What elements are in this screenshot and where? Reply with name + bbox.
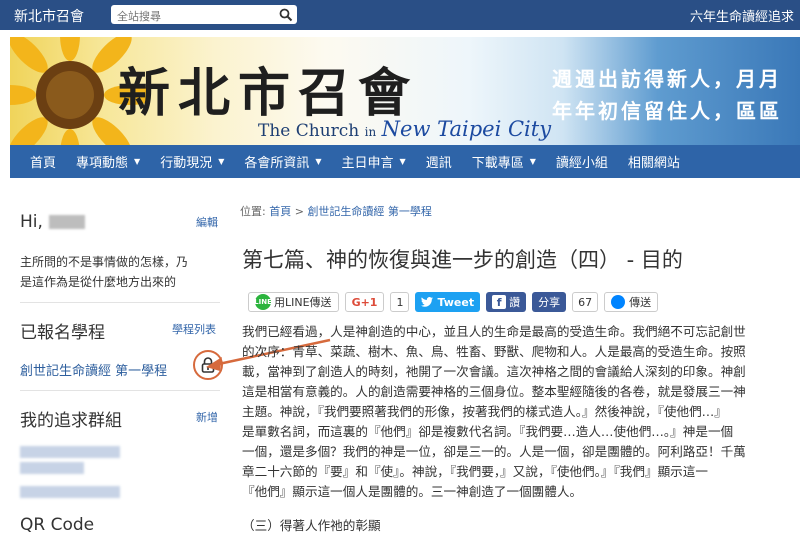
- article-line: 是單數名詞，而這裏的『他們』卻是複數代名詞。『我們要…造人…使他們…。』神是一個: [242, 424, 734, 439]
- qr-code-title: QR Code: [20, 515, 95, 535]
- twitter-bird-icon: [421, 297, 434, 307]
- caret-down-icon: ▼: [315, 157, 322, 166]
- nav-label: 下載專區: [471, 156, 524, 171]
- quote-line: 是這作為是從什麼地方出來的: [20, 275, 177, 289]
- article-subheading: （三）得著人作祂的彰顯: [242, 518, 381, 533]
- site-name-link[interactable]: 新北市召會: [14, 6, 84, 26]
- article-line: 這是相當有意義的。人的創造需要神格的三個身位。整本聖經隨後的各卷，就是發展三一神: [242, 384, 746, 399]
- nav-label: 各會所資訊: [244, 156, 310, 171]
- daily-quote: 主所問的不是事情做的怎樣，乃 是這作為是從什麼地方出來的: [20, 252, 220, 292]
- breadcrumb-home-link[interactable]: 首頁: [269, 205, 291, 218]
- site-banner: 新北市召會 The Church in New Taipei City 週週出訪…: [10, 37, 800, 145]
- quote-line: 主所問的不是事情做的怎樣，乃: [20, 255, 189, 269]
- greeting-text: Hi,: [20, 212, 43, 232]
- search-icon[interactable]: [279, 8, 293, 22]
- caret-down-icon: ▼: [399, 157, 406, 166]
- tweet-button[interactable]: Tweet: [415, 292, 481, 312]
- banner-eng-city: New Taipei City: [381, 117, 552, 141]
- breadcrumb-prefix: 位置:: [240, 205, 266, 218]
- nav-item-related-sites[interactable]: 相關網站: [618, 145, 690, 178]
- user-greeting: Hi,: [20, 212, 85, 232]
- enrolled-courses-title: 已報名學程: [20, 323, 105, 343]
- breadcrumb-current-link[interactable]: 創世記生命讀經 第一學程: [307, 205, 432, 218]
- facebook-share-button[interactable]: 分享: [532, 292, 567, 312]
- banner-eng-in: in: [364, 125, 377, 139]
- add-group-link[interactable]: 新增: [196, 409, 218, 425]
- banner-english-title: The Church in New Taipei City: [258, 117, 551, 141]
- nav-label: 主日申言: [341, 156, 394, 171]
- google-plus-count: 1: [390, 292, 410, 312]
- breadcrumb-separator: >: [294, 205, 304, 218]
- nav-item-halls[interactable]: 各會所資訊 ▼: [234, 145, 331, 178]
- blurred-group-item[interactable]: [20, 462, 84, 474]
- blurred-username: [48, 215, 85, 229]
- blurred-group-item[interactable]: [20, 486, 120, 498]
- divider: [20, 302, 220, 303]
- nav-item-bible-groups[interactable]: 讀經小組: [546, 145, 618, 178]
- facebook-share-count: 67: [572, 292, 599, 312]
- top-bar: 新北市召會 六年生命讀經追求: [0, 0, 800, 30]
- nav-item-actions[interactable]: 行動現況 ▼: [150, 145, 234, 178]
- banner-slogan-line1: 週週出訪得新人，月月: [552, 67, 782, 91]
- divider: [20, 390, 220, 391]
- nav-label: 相關網站: [627, 156, 680, 171]
- facebook-icon: f: [492, 295, 507, 309]
- lock-icon-highlight[interactable]: [193, 350, 223, 380]
- nav-label: 首頁: [30, 156, 57, 171]
- messenger-icon: [611, 295, 626, 309]
- messenger-send-button[interactable]: 傳送: [604, 292, 659, 312]
- blurred-group-item[interactable]: [20, 446, 120, 458]
- line-icon: LINE: [254, 294, 272, 310]
- enrolled-course-link[interactable]: 創世記生命讀經 第一學程: [20, 360, 167, 379]
- messenger-label: 傳送: [629, 296, 652, 309]
- caret-down-icon: ▼: [134, 157, 141, 166]
- nav-item-weekly[interactable]: 週訊: [416, 145, 462, 178]
- banner-slogan-line2: 年年初信留住人，區區: [552, 99, 782, 123]
- article-body: 我們已經看過，人是神創造的中心，並且人的生命是最高的受造生命。我們絕不可忘記創世…: [242, 322, 800, 536]
- article-line: 載，當神到了創造人的時刻，祂開了一次會議。這次神格之間的會議給人深刻的印象。神創: [242, 364, 746, 379]
- lock-icon: [201, 357, 215, 373]
- course-list-link[interactable]: 學程列表: [172, 321, 216, 337]
- life-study-link[interactable]: 六年生命讀經追求: [690, 6, 794, 25]
- nav-item-home[interactable]: 首頁: [10, 145, 66, 178]
- study-groups-title: 我的追求群組: [20, 411, 122, 431]
- google-plus-button[interactable]: G+1: [344, 292, 385, 312]
- article-line: 章二十六節的『要』和『使』。神說，『我們要，』又說，『使他們。』『我們』顯示這一: [242, 464, 708, 479]
- share-bar: LINE 用LINE傳送 G+1 1 Tweet f 讚 分享 67 傳送: [248, 291, 659, 313]
- article-line: 的次序：青草、菜蔬、樹木、魚、鳥、牲畜、野獸、爬物和人。人是最高的受造生命。按照: [242, 344, 746, 359]
- search-box: [111, 5, 297, 26]
- line-share-label: 用LINE傳送: [274, 296, 332, 309]
- nav-item-projects[interactable]: 專項動態 ▼: [66, 145, 150, 178]
- article-line: 『他們』顯示這一個人是團體的。三一神創造了一個團體人。: [242, 484, 583, 499]
- sidebar: Hi, 編輯 主所問的不是事情做的怎樣，乃 是這作為是從什麼地方出來的 已報名學…: [10, 190, 230, 536]
- nav-label: 週訊: [425, 156, 452, 171]
- tweet-label: Tweet: [437, 295, 475, 309]
- caret-down-icon: ▼: [529, 157, 536, 166]
- breadcrumb: 位置: 首頁 > 創世記生命讀經 第一學程: [240, 203, 432, 219]
- article-line: 一個，還是多個？我們的神是一位，卻是三一的。人是一個，卻是團體的。阿利路亞！千萬: [242, 444, 746, 459]
- nav-label: 讀經小組: [555, 156, 608, 171]
- caret-down-icon: ▼: [218, 157, 225, 166]
- banner-title: 新北市召會: [118, 63, 419, 124]
- nav-label: 行動現況: [160, 156, 213, 171]
- banner-eng-the: The Church: [258, 121, 360, 141]
- facebook-like-button[interactable]: f 讚: [486, 292, 527, 312]
- nav-label: 專項動態: [76, 156, 129, 171]
- edit-profile-link[interactable]: 編輯: [196, 214, 218, 230]
- main-nav: 首頁 專項動態 ▼ 行動現況 ▼ 各會所資訊 ▼ 主日申言 ▼ 週訊 下載專區 ▼ 讀經小…: [10, 145, 800, 178]
- search-input[interactable]: [111, 7, 271, 26]
- line-share-button[interactable]: LINE 用LINE傳送: [248, 292, 339, 312]
- nav-item-downloads[interactable]: 下載專區 ▼: [462, 145, 546, 178]
- facebook-like-label: 讚: [509, 296, 521, 309]
- page-title: 第七篇、神的恢復與進一步的創造（四） - 目的: [242, 248, 683, 272]
- article-line: 主題。神說，『我們要照著我們的形像，按著我們的樣式造人。』然後神說，『使他們…』: [242, 404, 727, 419]
- article-line: 我們已經看過，人是神創造的中心，並且人的生命是最高的受造生命。我們絕不可忘記創世: [242, 324, 746, 339]
- nav-item-prophesying[interactable]: 主日申言 ▼: [332, 145, 416, 178]
